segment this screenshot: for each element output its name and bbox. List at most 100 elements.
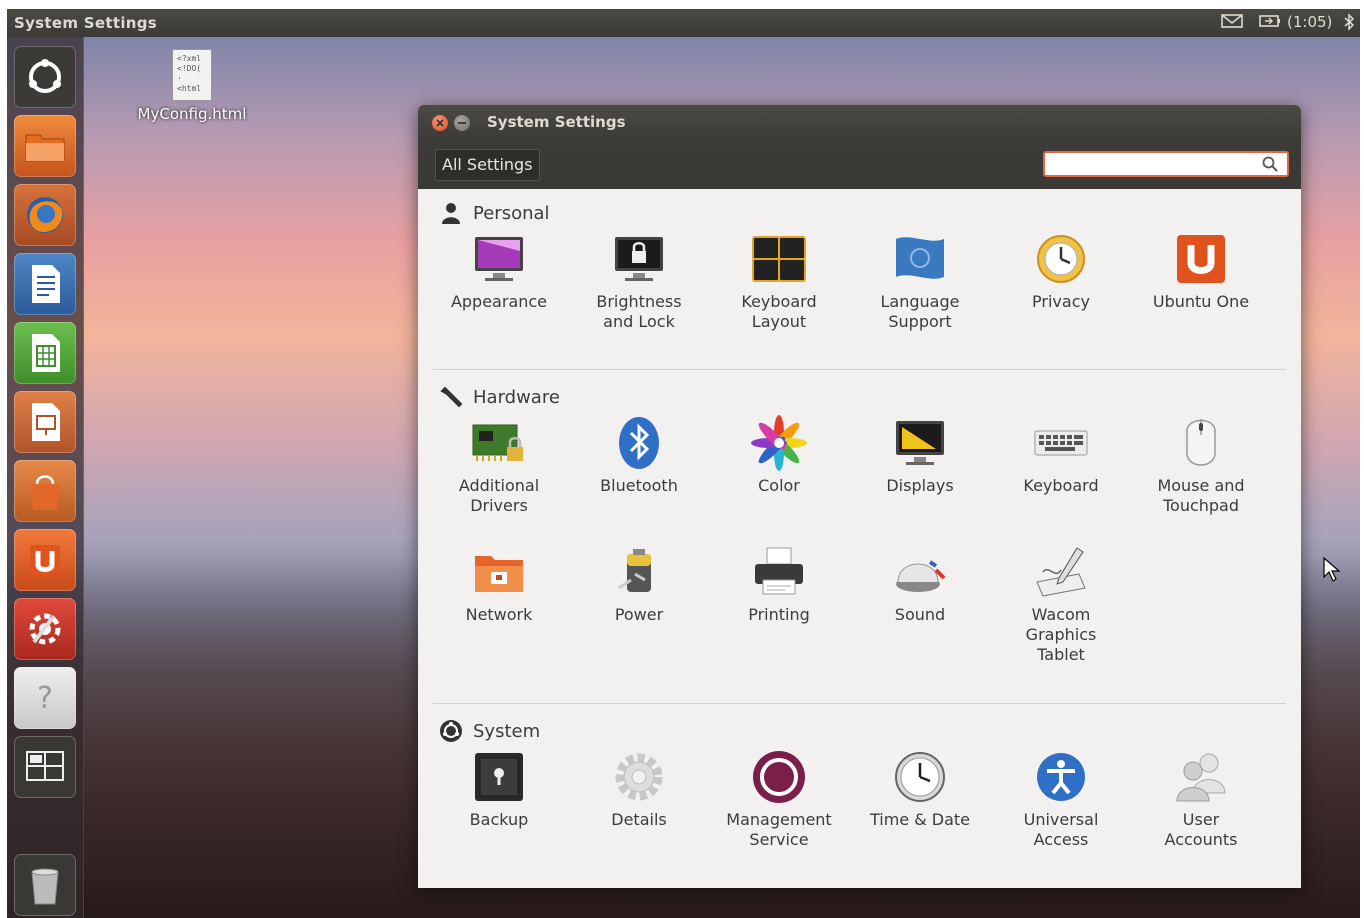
setting-label: Mouse and Touchpad <box>1157 476 1245 515</box>
setting-label: Management Service <box>726 810 832 849</box>
workspace-switcher-icon[interactable] <box>14 736 76 798</box>
setting-label: Displays <box>886 476 954 495</box>
battery-icon[interactable] <box>1259 13 1281 33</box>
bluetooth-indicator-icon[interactable] <box>1343 13 1355 35</box>
setting-management-service[interactable]: Management Service <box>709 749 849 850</box>
setting-label: Time & Date <box>869 810 971 829</box>
desktop-file-myconfig[interactable]: <?xml <!DO( · <html MyConfig.html <box>127 49 257 123</box>
setting-privacy[interactable]: Privacy <box>991 231 1131 312</box>
setting-label: Additional Drivers <box>458 476 540 515</box>
setting-label: Printing <box>748 605 810 624</box>
file-preview-line: <html <box>177 84 202 93</box>
setting-displays[interactable]: Displays <box>850 415 990 496</box>
section-personal-header: Personal <box>439 201 550 225</box>
language-flag-icon <box>892 231 948 287</box>
setting-universal-access[interactable]: Universal Access <box>991 749 1131 850</box>
setting-label: Privacy <box>1032 292 1090 311</box>
setting-label: Details <box>611 810 667 829</box>
files-icon[interactable] <box>14 115 76 177</box>
search-icon <box>1261 155 1279 177</box>
setting-color[interactable]: Color <box>709 415 849 496</box>
setting-printing[interactable]: Printing <box>709 544 849 625</box>
section-system-label: System <box>473 720 541 742</box>
search-box[interactable] <box>1043 151 1289 177</box>
section-personal-label: Personal <box>473 202 550 224</box>
setting-label: Sound <box>894 605 946 624</box>
settings-grid: Personal Appearance Brightness and Lock … <box>418 189 1301 888</box>
setting-label: Keyboard <box>1023 476 1099 495</box>
setting-label: Bluetooth <box>600 476 678 495</box>
setting-brightness-lock[interactable]: Brightness and Lock <box>569 231 709 332</box>
dash-home-icon[interactable] <box>14 46 76 108</box>
keyboard-layout-icon <box>751 231 807 287</box>
setting-label: Brightness and Lock <box>596 292 682 331</box>
setting-label: Power <box>614 605 664 624</box>
setting-ubuntu-one[interactable]: Ubuntu One <box>1131 231 1271 312</box>
setting-time-date[interactable]: Time & Date <box>850 749 990 830</box>
network-folder-icon <box>471 544 527 600</box>
window-titlebar[interactable]: System Settings <box>418 105 1301 140</box>
system-settings-window: System Settings All Settings Personal Ap… <box>418 105 1301 888</box>
printer-icon <box>751 544 807 600</box>
settings-toolbar: All Settings <box>418 140 1301 189</box>
setting-sound[interactable]: Sound <box>850 544 990 625</box>
battery-time[interactable]: (1:05) <box>1287 13 1332 31</box>
section-hardware-label: Hardware <box>473 386 560 408</box>
ubuntu-logo-icon <box>440 720 462 742</box>
close-window-button[interactable] <box>432 115 448 131</box>
window-title: System Settings <box>487 113 626 131</box>
ubuntu-one-icon[interactable] <box>14 529 76 591</box>
setting-label: Universal Access <box>1023 810 1099 849</box>
setting-appearance[interactable]: Appearance <box>429 231 569 312</box>
help-icon[interactable]: ? <box>14 667 76 729</box>
setting-language-support[interactable]: Language Support <box>850 231 990 332</box>
setting-wacom-tablet[interactable]: Wacom Graphics Tablet <box>991 544 1131 665</box>
mail-icon[interactable] <box>1221 13 1243 33</box>
setting-label: Appearance <box>450 292 548 311</box>
setting-details[interactable]: Details <box>569 749 709 830</box>
system-settings-icon[interactable] <box>14 598 76 660</box>
setting-keyboard[interactable]: Keyboard <box>991 415 1131 496</box>
top-panel: System Settings (1:05) <box>7 9 1360 37</box>
display-monitor-icon <box>892 415 948 471</box>
firefox-icon[interactable] <box>14 184 76 246</box>
search-input[interactable] <box>1049 154 1253 176</box>
desktop-file-label: MyConfig.html <box>137 105 247 123</box>
power-battery-icon <box>611 544 667 600</box>
sound-knob-icon <box>892 544 948 600</box>
all-settings-button[interactable]: All Settings <box>435 149 540 181</box>
setting-power[interactable]: Power <box>569 544 709 625</box>
setting-keyboard-layout[interactable]: Keyboard Layout <box>709 231 849 332</box>
impress-icon[interactable] <box>14 391 76 453</box>
file-preview-line: <!DO( <box>177 64 202 73</box>
mouse-icon <box>1173 415 1229 471</box>
trash-icon[interactable] <box>14 854 76 916</box>
panel-app-title: System Settings <box>14 14 158 32</box>
wrench-icon <box>440 386 463 408</box>
setting-backup[interactable]: Backup <box>429 749 569 830</box>
brightness-lock-icon <box>611 231 667 287</box>
minimize-window-button[interactable] <box>454 115 470 131</box>
software-center-icon[interactable] <box>14 460 76 522</box>
setting-label: Color <box>758 476 800 495</box>
svg-text:?: ? <box>37 681 53 716</box>
setting-label: Language Support <box>880 292 960 331</box>
writer-icon[interactable] <box>14 253 76 315</box>
section-divider <box>433 369 1286 370</box>
setting-user-accounts[interactable]: User Accounts <box>1131 749 1271 850</box>
ubuntu-one-settings-icon <box>1173 231 1229 287</box>
minimize-icon <box>458 122 466 124</box>
calc-icon[interactable] <box>14 322 76 384</box>
setting-network[interactable]: Network <box>429 544 569 625</box>
driver-board-icon <box>471 415 527 471</box>
setting-additional-drivers[interactable]: Additional Drivers <box>429 415 569 516</box>
users-icon <box>1173 749 1229 805</box>
setting-label: Keyboard Layout <box>741 292 817 331</box>
keyboard-icon <box>1033 415 1089 471</box>
details-gear-icon <box>611 749 667 805</box>
setting-bluetooth[interactable]: Bluetooth <box>569 415 709 496</box>
bluetooth-icon <box>611 415 667 471</box>
setting-mouse-touchpad[interactable]: Mouse and Touchpad <box>1131 415 1271 516</box>
appearance-icon <box>471 231 527 287</box>
color-flower-icon <box>751 415 807 471</box>
